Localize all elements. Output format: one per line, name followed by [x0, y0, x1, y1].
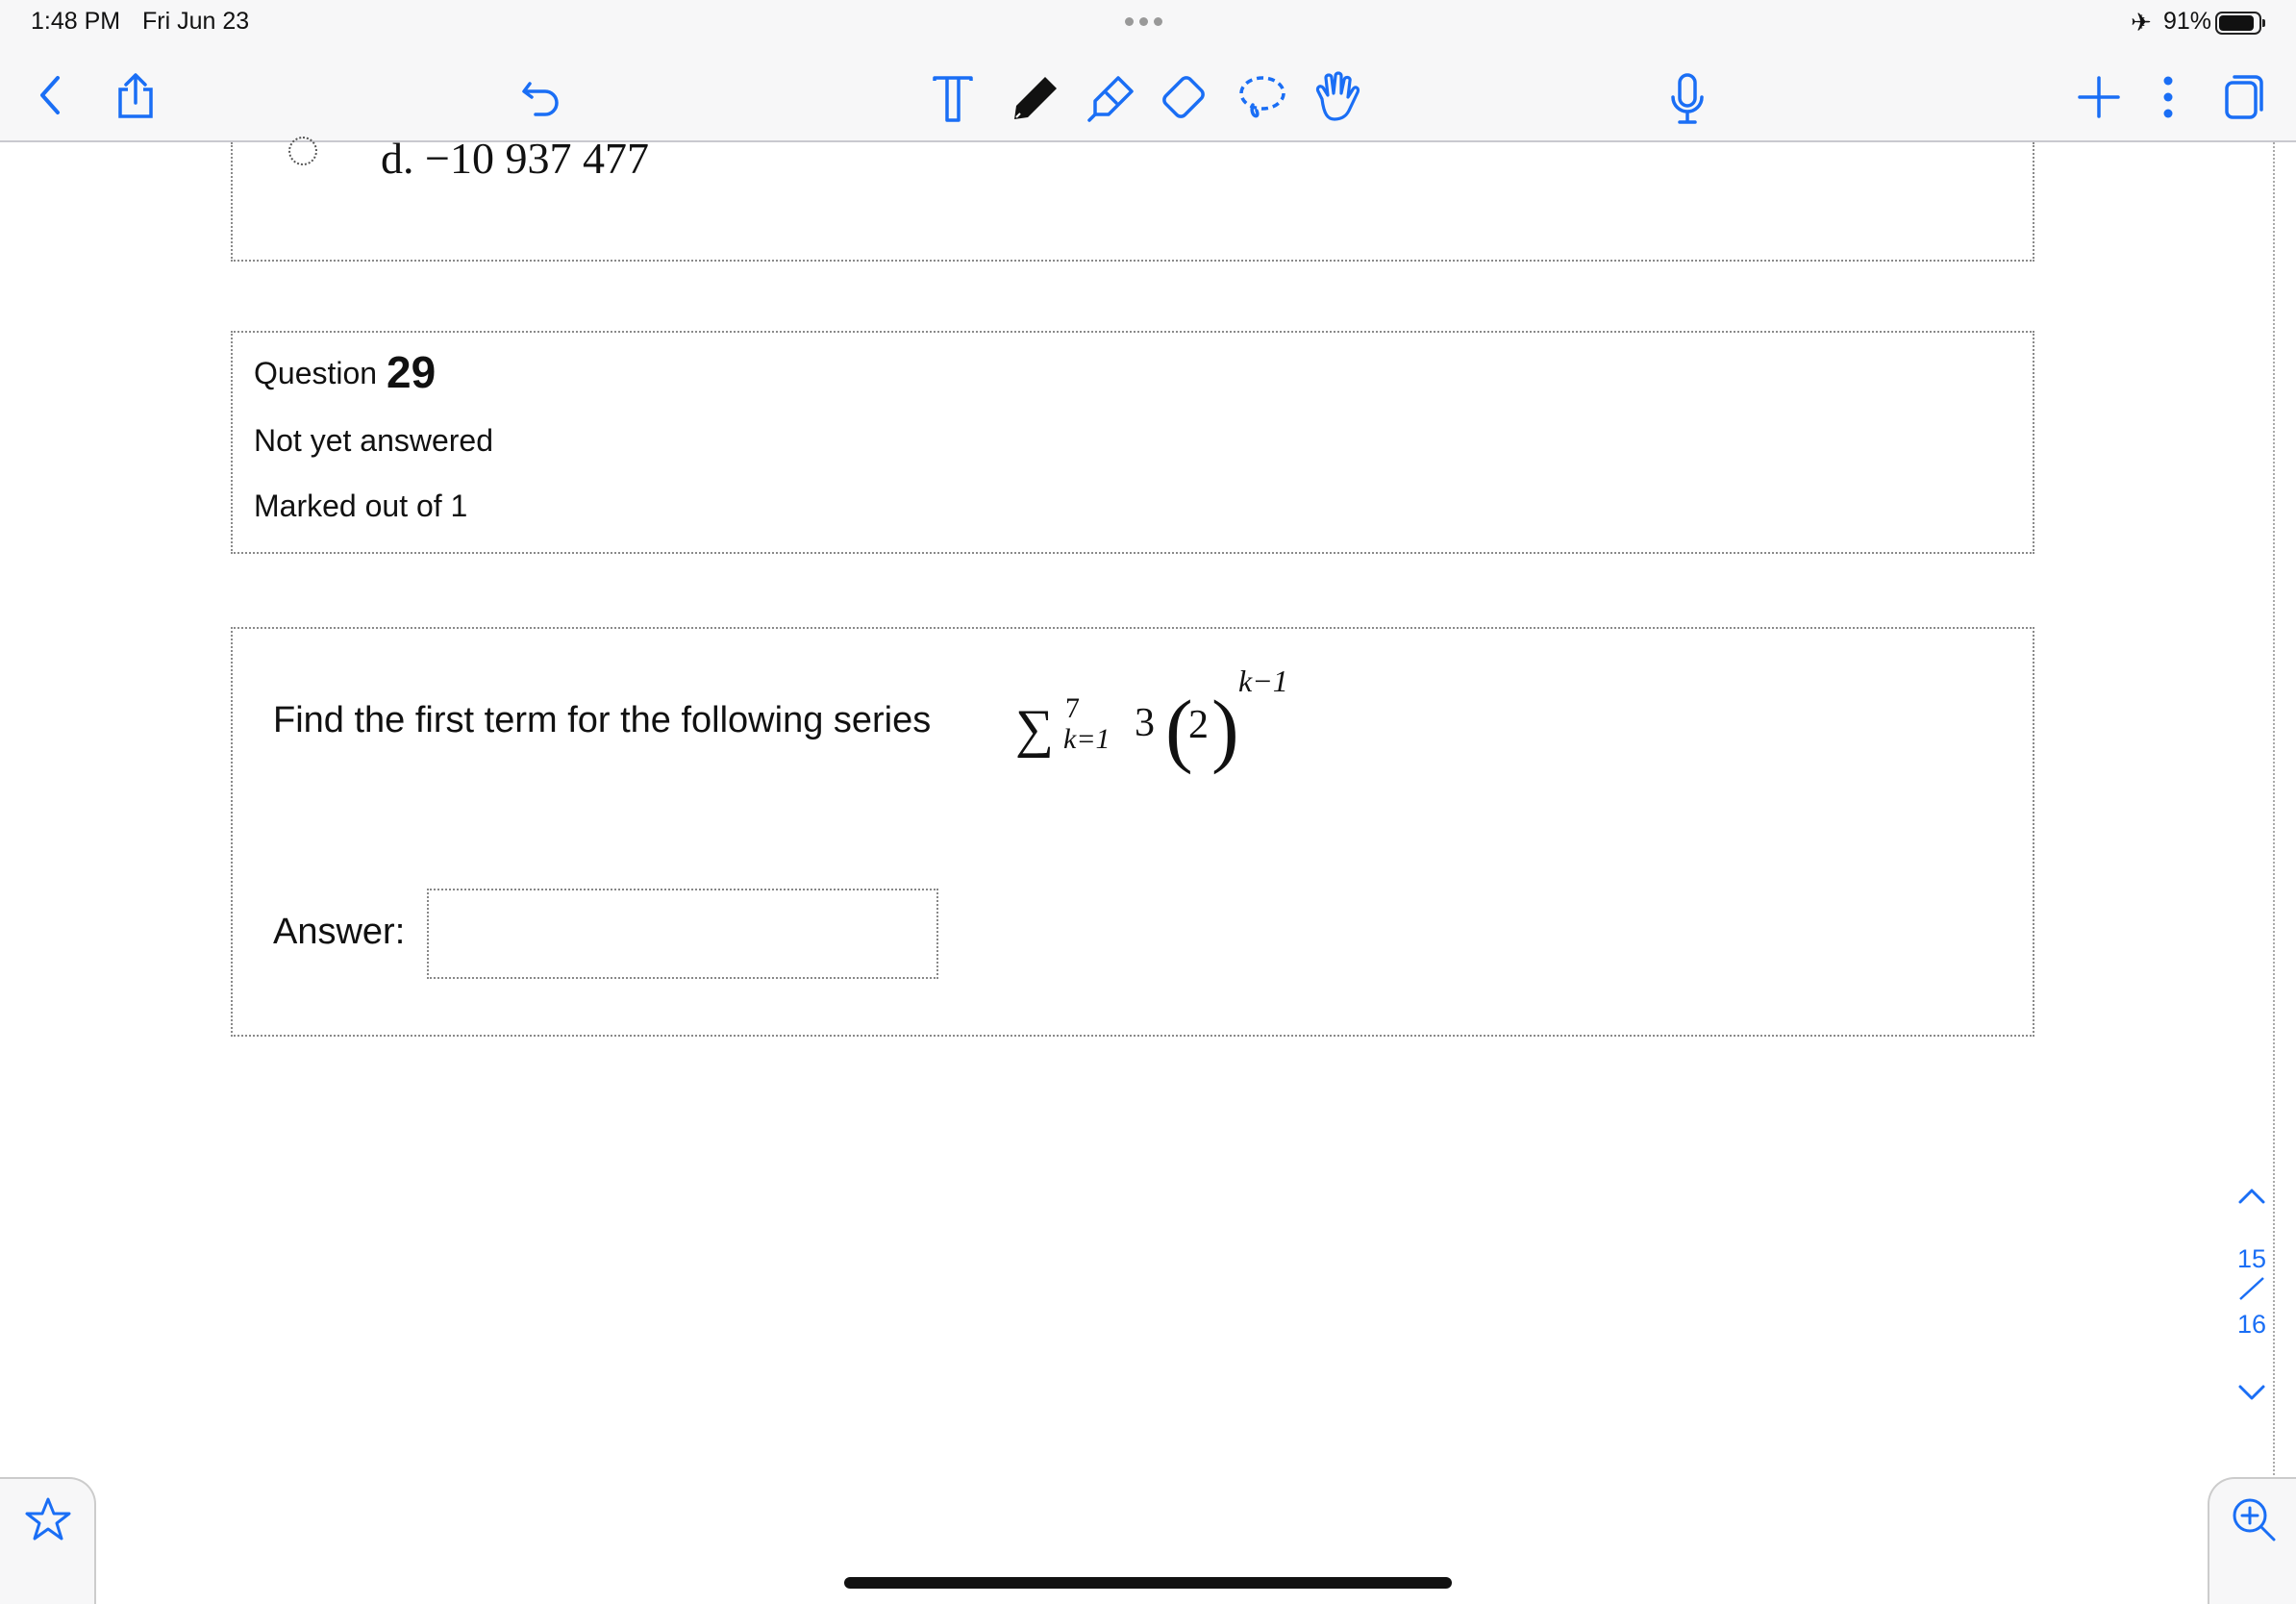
option-d-row[interactable]: [288, 137, 317, 165]
question-info-box: [231, 331, 2034, 554]
battery-percent: 91%: [2163, 8, 2212, 35]
back-chevron-icon[interactable]: [29, 71, 71, 119]
series-base: 2: [1188, 703, 1209, 747]
undo-icon[interactable]: [517, 75, 565, 119]
airplane-mode-icon: ✈: [2131, 8, 2152, 37]
question-number: 29: [387, 347, 437, 397]
status-bar: 1:48 PM Fri Jun 23 ✈ 91%: [0, 0, 2296, 48]
status-time: 1:48 PM: [31, 8, 121, 35]
series-exponent: k−1: [1238, 664, 1288, 698]
toolbar: [0, 48, 2296, 142]
question-status: Not yet answered: [254, 423, 494, 458]
share-icon[interactable]: [112, 69, 160, 123]
home-indicator[interactable]: [844, 1577, 1452, 1589]
text-tool-icon[interactable]: [929, 73, 977, 125]
option-d-label: d. −10 937 477: [381, 134, 649, 183]
sum-upper-limit: 7: [1065, 692, 1080, 724]
zoom-tab: [2208, 1477, 2296, 1604]
option-d-radio[interactable]: [288, 137, 317, 165]
current-page-number: 15: [2236, 1244, 2267, 1273]
previous-page-chevron-icon[interactable]: [2233, 1179, 2271, 1212]
series-coefficient: 3: [1135, 701, 1155, 745]
right-paren: ): [1211, 683, 1239, 775]
favorites-tab: [0, 1477, 96, 1604]
question-prompt: Find the first term for the following se…: [273, 700, 932, 740]
series-formula: ∑ 7 k=1 3 ( 2 ) k−1: [1015, 664, 1304, 779]
answer-input[interactable]: [427, 889, 938, 979]
more-vertical-icon[interactable]: [2154, 73, 2183, 121]
total-page-number: 16: [2236, 1310, 2267, 1339]
pages-icon[interactable]: [2221, 71, 2267, 123]
sigma-symbol: ∑: [1015, 699, 1054, 759]
question-label: Question: [254, 356, 378, 390]
add-icon[interactable]: [2075, 73, 2123, 121]
question-marks: Marked out of 1: [254, 489, 468, 523]
hand-pointer-icon[interactable]: [1310, 69, 1363, 125]
highlighter-icon[interactable]: [1085, 71, 1138, 125]
multitasking-dots-icon[interactable]: [1125, 17, 1162, 26]
sum-lower-limit: k=1: [1063, 723, 1111, 755]
pen-icon[interactable]: [1010, 71, 1061, 125]
zoom-in-icon[interactable]: [2227, 1492, 2281, 1546]
page-scroll-track[interactable]: [2273, 142, 2277, 1479]
answer-label: Answer:: [273, 912, 406, 952]
status-date: Fri Jun 23: [142, 8, 250, 35]
eraser-icon[interactable]: [1156, 69, 1211, 125]
battery-icon: [2215, 12, 2265, 35]
microphone-icon[interactable]: [1663, 71, 1711, 127]
lasso-icon[interactable]: [1235, 71, 1288, 125]
star-icon[interactable]: [21, 1492, 75, 1546]
next-page-chevron-icon[interactable]: [2233, 1377, 2271, 1410]
page-separator: [2233, 1274, 2271, 1308]
